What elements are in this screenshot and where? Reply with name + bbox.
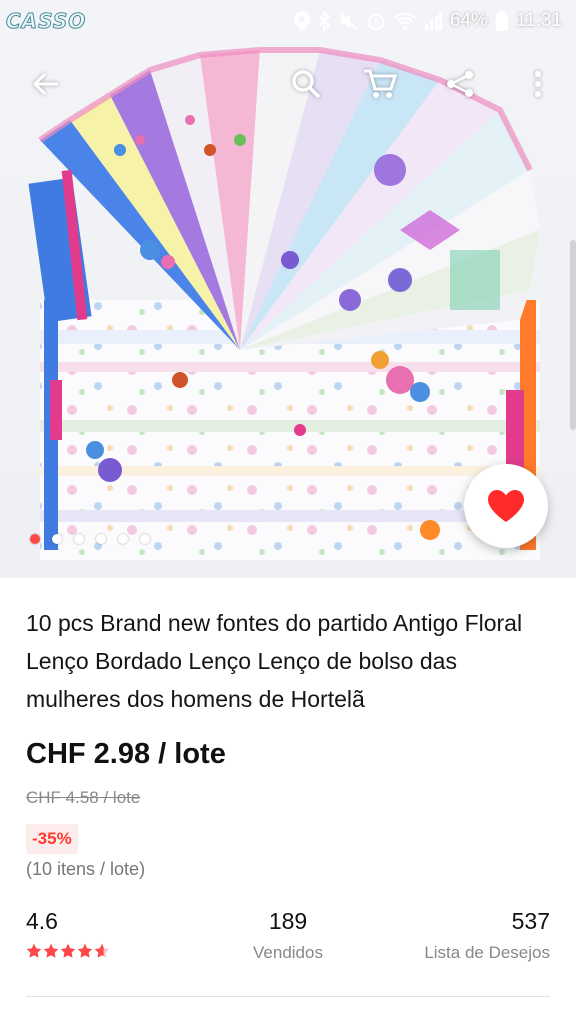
sold-block: 189 Vendidos bbox=[248, 908, 328, 963]
share-button[interactable] bbox=[436, 60, 484, 108]
cart-button[interactable] bbox=[356, 60, 404, 108]
rating-value: 4.6 bbox=[26, 908, 58, 934]
star-icon bbox=[60, 943, 76, 958]
original-price: CHF 4.58 / lote bbox=[26, 788, 141, 807]
carousel-dot[interactable] bbox=[118, 534, 128, 544]
product-price: CHF 2.98 / lote bbox=[26, 738, 226, 770]
carousel-dot[interactable] bbox=[52, 534, 62, 544]
signal-icon bbox=[424, 12, 442, 30]
carousel-indicator bbox=[30, 534, 150, 544]
scroll-edge-indicator bbox=[570, 240, 576, 430]
carousel-dot[interactable] bbox=[140, 534, 150, 544]
product-info: 10 pcs Brand new fontes do partido Antig… bbox=[0, 578, 576, 1024]
status-icons: 64% 11:31 bbox=[293, 10, 562, 32]
star-icon bbox=[43, 943, 59, 958]
battery-percent: 64% bbox=[449, 10, 488, 31]
alarm-icon bbox=[366, 11, 386, 31]
more-vert-icon bbox=[535, 71, 541, 97]
carousel-dot[interactable] bbox=[96, 534, 106, 544]
location-icon bbox=[293, 11, 310, 31]
sold-count: 189 bbox=[268, 908, 308, 934]
rating-stars bbox=[26, 943, 110, 959]
divider bbox=[26, 996, 550, 997]
cart-icon bbox=[364, 69, 397, 98]
star-icon bbox=[77, 943, 93, 958]
clock: 11:31 bbox=[515, 10, 562, 31]
battery-icon bbox=[495, 11, 508, 31]
carrier-logo: CASSO bbox=[5, 9, 87, 34]
search-button[interactable] bbox=[282, 60, 330, 108]
star-icon bbox=[26, 943, 42, 958]
wifi-icon bbox=[394, 12, 416, 30]
wishlist-block: 537 Lista de Desejos bbox=[424, 908, 550, 963]
top-toolbar bbox=[0, 54, 576, 114]
back-arrow-icon bbox=[32, 72, 58, 96]
carousel-dot[interactable] bbox=[30, 534, 40, 544]
wishlist-label: Lista de Desejos bbox=[424, 943, 550, 962]
heart-icon bbox=[488, 490, 524, 522]
search-icon bbox=[292, 70, 321, 99]
sold-label: Vendidos bbox=[253, 943, 323, 962]
share-icon bbox=[447, 71, 473, 97]
carousel-dot[interactable] bbox=[74, 534, 84, 544]
lot-size: (10 itens / lote) bbox=[26, 859, 146, 879]
bluetooth-icon bbox=[318, 11, 330, 31]
product-stats: 4.6 189 Vendidos 537 Lista de Desejos bbox=[0, 908, 576, 978]
discount-badge: -35% bbox=[26, 824, 78, 854]
more-options-button[interactable] bbox=[514, 60, 562, 108]
back-button[interactable] bbox=[22, 60, 70, 108]
star-icon bbox=[94, 943, 110, 958]
mute-icon bbox=[338, 11, 358, 31]
add-to-wishlist-button[interactable] bbox=[464, 464, 548, 548]
rating-block[interactable]: 4.6 bbox=[26, 908, 110, 959]
product-title: 10 pcs Brand new fontes do partido Antig… bbox=[26, 610, 523, 712]
status-bar: CASSO 64% 11:31 bbox=[0, 0, 576, 42]
wishlist-count: 537 bbox=[511, 908, 550, 934]
